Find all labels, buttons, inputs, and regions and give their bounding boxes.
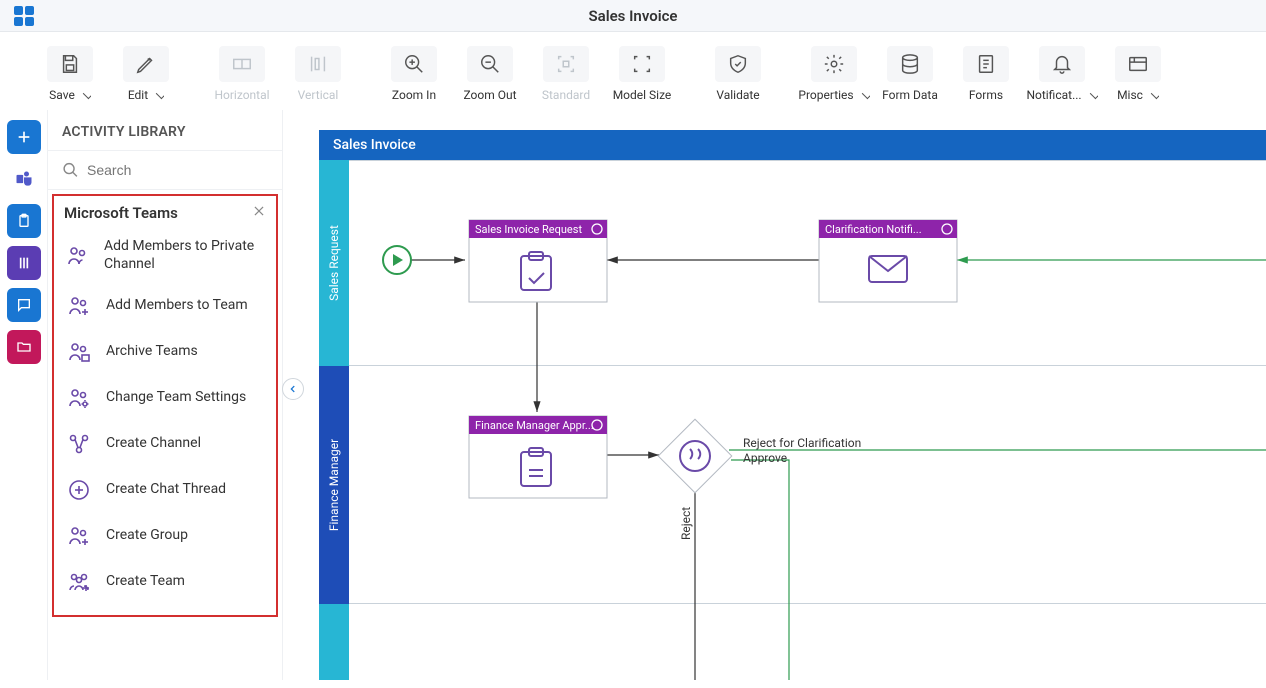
model-size-icon [619,46,665,82]
lib-item-create-chat-thread[interactable]: Create Chat Thread [54,467,276,513]
start-event[interactable] [383,246,411,274]
app-icon[interactable] [12,4,36,28]
edit-button[interactable]: Edit [110,40,182,106]
rail-chat-button[interactable] [7,288,41,322]
rail-clipboard-button[interactable] [7,204,41,238]
toolbar: Save Edit Horizontal Vertical [0,32,1266,110]
gear-icon [811,46,857,82]
sidebar: ACTIVITY LIBRARY Microsoft Teams Add Mem… [48,110,283,680]
main: ACTIVITY LIBRARY Microsoft Teams Add Mem… [0,110,1266,680]
edge-label-approve: Approve [743,451,787,465]
rail-columns-button[interactable] [7,246,41,280]
lib-item-create-group[interactable]: Create Group [54,513,276,559]
misc-icon [1115,46,1161,82]
category-title: Microsoft Teams [64,204,178,222]
gateway[interactable] [658,419,732,493]
lib-item-change-team-settings[interactable]: Change Team Settings [54,375,276,421]
sidebar-header: ACTIVITY LIBRARY [48,110,282,151]
database-icon [887,46,933,82]
channel-icon [66,431,92,457]
rail-folder-button[interactable] [7,330,41,364]
sidebar-item-label: Change Team Settings [106,389,246,407]
sidebar-item-label: Create Team [106,573,185,591]
horizontal-button[interactable]: Horizontal [206,40,278,106]
forms-button[interactable]: Forms [950,40,1022,106]
team-plus-icon [66,569,92,595]
validate-icon [715,46,761,82]
people-gear-icon [66,385,92,411]
lane-label: Sales Request [327,225,341,301]
zoom-out-button[interactable]: Zoom Out [454,40,526,106]
activity-category-highlight: Microsoft Teams Add Members to Private C… [52,194,278,617]
task-clarification-notification[interactable]: Clarification Notifi... [819,220,957,302]
standard-button[interactable]: Standard [530,40,602,106]
task-finance-manager-approval[interactable]: Finance Manager Appr... [469,416,607,498]
forms-icon [963,46,1009,82]
flow-approve[interactable] [731,460,789,680]
search-input[interactable] [87,162,268,178]
properties-button[interactable]: Properties [798,40,870,106]
people-archive-icon [66,339,92,365]
chat-plus-icon [66,477,92,503]
sidebar-item-label: Create Chat Thread [106,481,226,499]
canvas-wrap: Sales Invoice Sales Request Finance Mana… [283,110,1266,680]
task-title: Sales Invoice Request [475,223,582,236]
title-bar: Sales Invoice [0,0,1266,32]
collapse-sidebar-button[interactable] [282,378,304,400]
group-plus-icon [66,523,92,549]
form-data-button[interactable]: Form Data [874,40,946,106]
lane-label: Finance Manager [327,439,341,531]
page-title: Sales Invoice [589,7,678,25]
search-icon [62,161,79,179]
lib-item-add-members-team[interactable]: Add Members to Team [54,283,276,329]
edge-label-reject: Reject [679,507,693,540]
people-plus-icon [66,293,92,319]
bpmn-canvas[interactable]: Sales Invoice Sales Request Finance Mana… [319,130,1266,680]
pool-header[interactable]: Sales Invoice [319,130,1266,160]
lib-item-archive-teams[interactable]: Archive Teams [54,329,276,375]
lib-item-create-channel[interactable]: Create Channel [54,421,276,467]
vertical-button[interactable]: Vertical [282,40,354,106]
close-icon[interactable] [252,204,266,222]
sidebar-item-label: Add Members to Private Channel [104,238,264,273]
rail-teams-icon[interactable] [7,162,41,196]
people-icon [66,243,90,269]
sidebar-item-label: Create Channel [106,435,201,453]
sidebar-item-label: Archive Teams [106,343,198,361]
bpmn-svg: Reject for Clarification Approve Reject … [349,160,1266,680]
left-rail [0,110,48,680]
task-title: Clarification Notifi... [825,223,922,236]
save-icon [47,46,93,82]
notifications-button[interactable]: Notificat... [1026,40,1098,106]
model-size-button[interactable]: Model Size [606,40,678,106]
save-button[interactable]: Save [34,40,106,106]
sidebar-item-label: Add Members to Team [106,297,248,315]
bell-icon [1039,46,1085,82]
standard-icon [543,46,589,82]
task-title: Finance Manager Appr... [475,419,594,432]
vertical-icon [295,46,341,82]
category-header: Microsoft Teams [54,200,276,228]
lib-item-add-members-private-channel[interactable]: Add Members to Private Channel [54,228,276,283]
task-sales-invoice-request[interactable]: Sales Invoice Request [469,220,607,302]
zoom-out-icon [467,46,513,82]
zoom-in-icon [391,46,437,82]
horizontal-icon [219,46,265,82]
sidebar-item-label: Create Group [106,527,188,545]
validate-button[interactable]: Validate [702,40,774,106]
search-row [48,151,282,190]
rail-add-button[interactable] [7,120,41,154]
edge-label-reject-clarification: Reject for Clarification [743,436,861,450]
misc-button[interactable]: Misc [1102,40,1174,106]
edit-icon [123,46,169,82]
lib-item-create-team[interactable]: Create Team [54,559,276,605]
zoom-in-button[interactable]: Zoom In [378,40,450,106]
